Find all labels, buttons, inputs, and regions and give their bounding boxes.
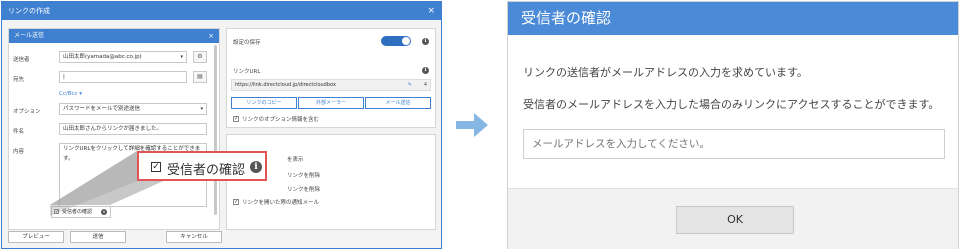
to-label: 宛先 — [13, 77, 25, 83]
send-button[interactable]: 送信 — [70, 231, 126, 243]
access-count: 4 — [423, 82, 427, 88]
option-select[interactable]: パスワードをメールで別途送信 ▾ — [59, 103, 207, 115]
recipient-confirm-modal: 受信者の確認 リンクの送信者がメールアドレスの入力を求めています。 受信者のメー… — [507, 1, 959, 249]
recipient-confirm-small[interactable]: ✓ 受信者の確認 i — [51, 206, 111, 218]
modal-title: 受信者の確認 — [521, 9, 612, 27]
cancel-button[interactable]: キャンセル — [166, 231, 222, 243]
modal-message-line2: 受信者のメールアドレスを入力した場合のみリンクにアクセスすることができます。 — [523, 98, 940, 111]
modal-message-line1: リンクの送信者がメールアドレスの入力を求めています。 — [523, 66, 808, 79]
to-input[interactable]: | — [59, 71, 187, 83]
info-icon[interactable]: i — [250, 161, 262, 173]
edit-pencil-icon[interactable]: ✎ — [408, 80, 412, 90]
email-panel-title: メール送信 — [14, 32, 45, 39]
cc-bcc-link[interactable]: Cc/Bcc ▾ — [59, 91, 82, 97]
email-input[interactable] — [523, 129, 945, 159]
recipient-confirm-small-checkbox[interactable]: ✓ — [54, 209, 59, 215]
dialog-title: リンクの作成 — [8, 7, 50, 15]
include-option-info-checkbox[interactable]: ✓ — [233, 116, 239, 122]
info-icon[interactable]: i — [422, 67, 429, 74]
info-icon[interactable]: i — [422, 38, 429, 45]
option-value: パスワードをメールで別途送信 — [63, 106, 141, 112]
info-icon[interactable]: i — [101, 209, 107, 215]
link-settings-panel: 設定の保存 i リンクURL i https://link.directclou… — [226, 28, 436, 128]
link-url-field[interactable]: https://link.directcloud.jp/directcloudb… — [231, 79, 431, 91]
open-notify-label: リンクを開いた際の通知メール — [242, 200, 320, 206]
recipient-confirm-callout: ✓ 受信者の確認 i — [137, 151, 267, 181]
external-mailer-button[interactable]: 外部メーラー — [298, 97, 364, 109]
link-url-value: https://link.directcloud.jp/directcloudb… — [235, 82, 336, 88]
save-settings-toggle[interactable] — [381, 36, 411, 46]
option-display-label: を表示 — [287, 157, 304, 163]
recipient-confirm-small-label: 受信者の確認 — [62, 209, 93, 215]
create-link-dialog: リンクの作成 × メール送信 × 送信者 山田太郎(yamada@abc.co.… — [1, 1, 442, 249]
modal-footer: OK — [508, 188, 958, 249]
link-url-label: リンクURL — [233, 69, 261, 75]
recipient-confirm-label: 受信者の確認 — [167, 163, 246, 178]
copy-link-button[interactable]: リンクのコピー — [231, 97, 297, 109]
body-label: 内容 — [13, 149, 25, 155]
recipient-confirm-checkbox[interactable]: ✓ — [151, 162, 161, 172]
subject-input[interactable]: 山田太郎さんからリンクが届きました。 — [59, 123, 207, 135]
address-book-icon[interactable]: ▤ — [193, 71, 207, 83]
include-option-info-label: リンクのオプション情報を含む — [242, 117, 320, 123]
gear-icon[interactable]: ⚙ — [193, 51, 207, 63]
option-delete2-label: リンクを削除 — [287, 187, 321, 193]
sender-select[interactable]: 山田太郎(yamada@abc.co.jp) ▾ — [59, 51, 187, 63]
email-panel-header: メール送信 × — [9, 29, 219, 43]
ok-button[interactable]: OK — [676, 206, 794, 234]
email-panel-close-icon[interactable]: × — [208, 29, 214, 43]
save-settings-label: 設定の保存 — [233, 40, 261, 46]
option-delete-label: リンクを削除 — [287, 173, 321, 179]
email-send-panel: メール送信 × 送信者 山田太郎(yamada@abc.co.jp) ▾ ⚙ 宛… — [8, 28, 220, 230]
sender-caret-icon: ▾ — [180, 54, 183, 60]
send-mail-button[interactable]: メール送信 — [365, 97, 431, 109]
preview-button[interactable]: プレビュー — [8, 231, 64, 243]
open-notify-checkbox[interactable]: ✓ — [233, 199, 239, 205]
arrow-right-icon — [456, 113, 488, 137]
email-panel-scrollbar[interactable] — [214, 45, 217, 215]
sender-value: 山田太郎(yamada@abc.co.jp) — [63, 54, 142, 60]
subject-label: 件名 — [13, 129, 25, 135]
option-caret-icon: ▾ — [200, 106, 203, 112]
dialog-close-icon[interactable]: × — [427, 2, 435, 20]
link-options-panel: を表示 リンクを削除 リンクを削除 ✓ リンクを開いた際の通知メール — [226, 134, 436, 230]
dialog-titlebar: リンクの作成 × — [2, 2, 441, 20]
sender-label: 送信者 — [13, 57, 30, 63]
modal-header: 受信者の確認 — [508, 2, 958, 35]
option-label: オプション — [13, 109, 41, 115]
